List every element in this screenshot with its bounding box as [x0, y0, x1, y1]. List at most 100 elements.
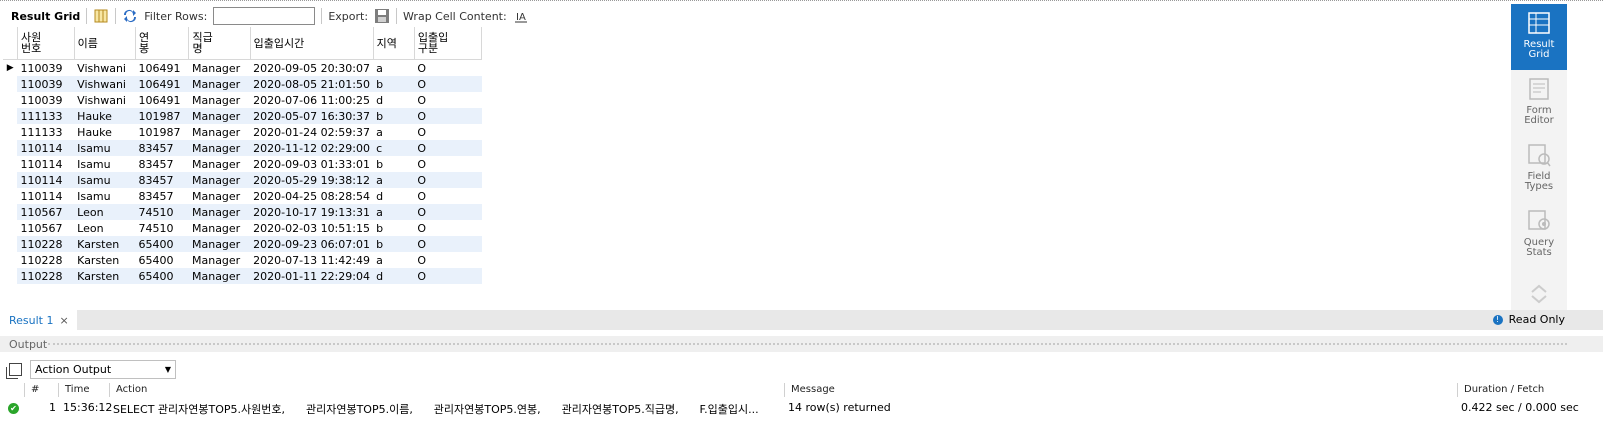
table-cell[interactable]: O [414, 188, 482, 204]
table-cell[interactable]: Manager [188, 76, 251, 92]
table-cell[interactable]: Leon [74, 204, 136, 220]
table-cell[interactable]: d [373, 268, 415, 284]
table-cell[interactable]: 111133 [17, 108, 75, 124]
query-stats-button[interactable]: Query Stats [1511, 202, 1567, 268]
table-cell[interactable]: O [414, 59, 482, 76]
table-cell[interactable]: 110114 [17, 188, 75, 204]
row-marker[interactable] [3, 108, 18, 124]
wrap-text-icon[interactable]: IA [513, 8, 529, 24]
table-cell[interactable]: 106491 [135, 92, 189, 108]
table-row[interactable]: 111133 Hauke 101987 Manager 2020-05-07 16:30… [3, 108, 482, 124]
export-save-icon[interactable] [374, 8, 390, 24]
row-marker[interactable] [3, 188, 18, 204]
table-cell[interactable]: a [373, 252, 415, 268]
table-cell[interactable]: Karsten [74, 268, 136, 284]
result-grid-button[interactable]: Result Grid [1511, 4, 1567, 70]
row-marker[interactable] [3, 76, 18, 92]
table-cell[interactable]: 2020-05-07 16:30:37 [250, 108, 374, 124]
table-cell[interactable]: O [414, 92, 482, 108]
column-header[interactable]: 지역 [373, 27, 415, 60]
table-cell[interactable]: Manager [188, 156, 251, 172]
table-cell[interactable]: Isamu [74, 172, 136, 188]
row-marker[interactable] [3, 252, 18, 268]
table-cell[interactable]: O [414, 156, 482, 172]
table-cell[interactable]: 111133 [17, 124, 75, 140]
table-row[interactable]: ▶ 110039 Vishwani 106491 Manager 2020-09-05 2… [3, 59, 482, 76]
table-cell[interactable]: 110114 [17, 156, 75, 172]
table-cell[interactable]: 2020-09-03 01:33:01 [250, 156, 374, 172]
row-marker[interactable] [3, 204, 18, 220]
column-header[interactable]: 이름 [74, 27, 136, 60]
table-cell[interactable]: 2020-10-17 19:13:31 [250, 204, 374, 220]
table-cell[interactable]: O [414, 268, 482, 284]
output-type-select[interactable]: Action Output ▼ [30, 360, 176, 379]
table-cell[interactable]: 83457 [135, 188, 189, 204]
table-cell[interactable]: Leon [74, 220, 136, 236]
table-cell[interactable]: O [414, 172, 482, 188]
table-cell[interactable]: Manager [188, 59, 251, 76]
row-marker[interactable] [3, 156, 18, 172]
row-marker[interactable] [3, 220, 18, 236]
table-cell[interactable]: b [373, 236, 415, 252]
row-marker[interactable] [3, 268, 18, 284]
table-cell[interactable]: 2020-11-12 02:29:00 [250, 140, 374, 156]
table-cell[interactable]: a [373, 204, 415, 220]
tab-result-1[interactable]: Result 1 × [3, 310, 77, 330]
form-editor-button[interactable]: Form Editor [1511, 70, 1567, 136]
table-row[interactable]: 110567 Leon 74510 Manager 2020-10-17 19:13:3… [3, 204, 482, 220]
table-cell[interactable]: Manager [188, 220, 251, 236]
table-row[interactable]: 110228 Karsten 65400 Manager 2020-09-23 06:0… [3, 236, 482, 252]
row-marker[interactable] [3, 124, 18, 140]
table-cell[interactable]: 2020-09-05 20:30:07 [250, 59, 374, 76]
table-cell[interactable]: 65400 [135, 268, 189, 284]
table-cell[interactable]: O [414, 124, 482, 140]
table-cell[interactable]: 65400 [135, 252, 189, 268]
table-row[interactable]: 111133 Hauke 101987 Manager 2020-01-24 02:59… [3, 124, 482, 140]
table-row[interactable]: 110567 Leon 74510 Manager 2020-02-03 10:51:1… [3, 220, 482, 236]
table-row[interactable]: 110228 Karsten 65400 Manager 2020-07-13 11:4… [3, 252, 482, 268]
table-cell[interactable]: Manager [188, 108, 251, 124]
row-marker[interactable] [3, 172, 18, 188]
table-cell[interactable]: 110114 [17, 172, 75, 188]
table-cell[interactable]: 2020-04-25 08:28:54 [250, 188, 374, 204]
table-cell[interactable]: Vishwani [74, 59, 136, 76]
refresh-icon[interactable] [122, 8, 138, 24]
table-cell[interactable]: Manager [188, 188, 251, 204]
table-cell[interactable]: 83457 [135, 140, 189, 156]
table-cell[interactable]: 2020-02-03 10:51:15 [250, 220, 374, 236]
table-cell[interactable]: Karsten [74, 252, 136, 268]
filter-rows-input[interactable] [213, 7, 316, 25]
column-header[interactable]: 입출입 구분 [414, 27, 483, 60]
table-cell[interactable]: 110228 [17, 268, 75, 284]
table-cell[interactable]: O [414, 204, 482, 220]
table-cell[interactable]: Manager [188, 204, 251, 220]
resize-handle[interactable] [48, 343, 1567, 345]
table-cell[interactable]: 106491 [135, 59, 189, 76]
table-cell[interactable]: Manager [188, 140, 251, 156]
output-log-row[interactable]: 1 15:36:12 SELECT 관리자연봉TOP5.사원번호, 관리자연봉T… [0, 400, 1603, 416]
table-cell[interactable]: Manager [188, 124, 251, 140]
table-cell[interactable]: O [414, 76, 482, 92]
row-marker[interactable] [3, 236, 18, 252]
column-header[interactable]: 연 봉 [135, 27, 190, 60]
table-cell[interactable]: 101987 [135, 108, 189, 124]
table-cell[interactable]: Hauke [74, 124, 136, 140]
table-cell[interactable]: c [373, 140, 415, 156]
table-cell[interactable]: b [373, 76, 415, 92]
table-cell[interactable]: 110567 [17, 204, 75, 220]
column-header[interactable]: 직급 명 [188, 27, 251, 60]
table-cell[interactable]: O [414, 140, 482, 156]
table-cell[interactable]: Hauke [74, 108, 136, 124]
table-cell[interactable]: 110114 [17, 140, 75, 156]
table-cell[interactable]: Karsten [74, 236, 136, 252]
table-cell[interactable]: d [373, 188, 415, 204]
table-cell[interactable]: 74510 [135, 204, 189, 220]
table-cell[interactable]: 83457 [135, 156, 189, 172]
table-cell[interactable]: 110228 [17, 252, 75, 268]
table-row[interactable]: 110114 Isamu 83457 Manager 2020-04-25 08:28:… [3, 188, 482, 204]
table-cell[interactable]: O [414, 220, 482, 236]
field-types-button[interactable]: Field Types [1511, 136, 1567, 202]
copy-icon[interactable] [6, 363, 22, 379]
table-row[interactable]: 110039 Vishwani 106491 Manager 2020-08-05 21… [3, 76, 482, 92]
table-cell[interactable]: 110228 [17, 236, 75, 252]
